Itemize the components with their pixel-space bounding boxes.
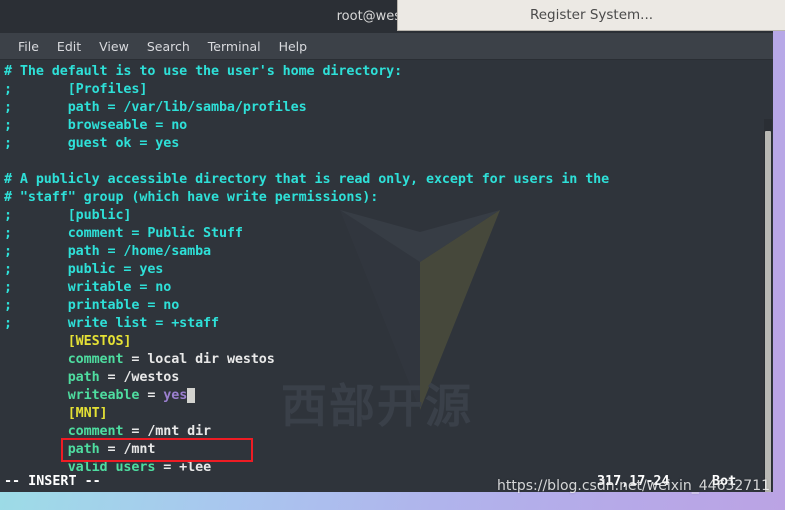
editor-text-span: writeable [67,388,140,403]
menu-item-edit[interactable]: Edit [48,39,90,54]
editor-line: ; write list = +staff [4,315,764,333]
editor-text-span [4,424,68,439]
menu-item-search[interactable]: Search [138,39,199,54]
editor-line: [WESTOS] [4,333,764,351]
editor-text-span: ; guest ok = yes [4,136,180,151]
editor-text-span: comment [67,352,124,367]
editor-text-span: ; browseable = no [4,118,188,133]
menu-item-file[interactable]: File [9,39,48,54]
screenshot-root: root@westoslin File Edit View Search Ter… [0,0,785,510]
editor-text-span: = /mnt dir [123,424,212,439]
editor-line: ; comment = Public Stuff [4,225,764,243]
editor-line: # "staff" group (which have write permis… [4,189,764,207]
editor-line: comment = /mnt dir [4,423,764,441]
editor-text-span: [MNT] [67,406,108,421]
editor-text-span: # "staff" group (which have write permis… [4,190,379,205]
editor-text-area[interactable]: # The default is to use the user's home … [0,60,764,492]
editor-text-span: # The default is to use the user's home … [4,64,403,79]
editor-line: path = /westos [4,369,764,387]
editor-line: comment = local dir westos [4,351,764,369]
editor-text-span: ; path = /var/lib/samba/profiles [4,100,307,115]
terminal-window: root@westoslin File Edit View Search Ter… [0,0,773,492]
csdn-url-watermark: https://blog.csdn.net/weixin_44632711 [497,478,771,494]
editor-text-span: ; comment = Public Stuff [4,226,243,241]
editor-line: ; [Profiles] [4,81,764,99]
editor-text-span [4,406,68,421]
editor-text-span: # A publicly accessible directory that i… [4,172,610,187]
editor-text-span: ; [public] [4,208,132,223]
vim-mode-indicator: -- INSERT -- [4,474,101,489]
register-system-label: Register System... [529,7,654,23]
editor-text-span: path [67,442,100,457]
editor-line: [MNT] [4,405,764,423]
editor-line: ; path = /var/lib/samba/profiles [4,99,764,117]
editor-text-span: ; writable = no [4,280,172,295]
editor-text-span [4,352,68,367]
scrollbar-thumb[interactable] [765,131,771,492]
menubar: File Edit View Search Terminal Help [0,33,773,60]
editor-line: ; path = /home/samba [4,243,764,261]
editor-text-span: ; path = /home/samba [4,244,212,259]
editor-text-span: = [139,388,164,403]
menu-item-view[interactable]: View [90,39,138,54]
register-system-notification[interactable]: Register System... [397,0,785,31]
editor-text-span: = /westos [99,370,180,385]
editor-text-span: ; [Profiles] [4,82,148,97]
editor-text-span: [WESTOS] [67,334,132,349]
editor-line: path = /mnt [4,441,764,459]
terminal-scrollbar[interactable] [764,119,772,492]
editor-text-span: ; printable = no [4,298,180,313]
menu-item-terminal[interactable]: Terminal [199,39,270,54]
editor-text-span: yes [163,388,188,403]
editor-text-span [4,388,68,403]
editor-line: ; [public] [4,207,764,225]
editor-line: ; writable = no [4,279,764,297]
editor-text-span [4,442,68,457]
editor-line: # The default is to use the user's home … [4,63,764,81]
editor-line: # A publicly accessible directory that i… [4,171,764,189]
editor-line: ; browseable = no [4,117,764,135]
editor-line: ; guest ok = yes [4,135,764,153]
terminal-body[interactable]: 西部开源 # The default is to use the user's … [0,60,773,492]
editor-text-span: ; write list = +staff [4,316,219,331]
editor-line: ; printable = no [4,297,764,315]
editor-text-span: ; public = yes [4,262,164,277]
editor-text-span: = /mnt [99,442,156,457]
editor-line: writeable = yes [4,387,764,405]
editor-text-span [187,388,196,403]
menu-item-help[interactable]: Help [270,39,317,54]
editor-text-span [4,370,68,385]
editor-text-span: comment [67,424,124,439]
editor-text-span: = local dir westos [123,352,275,367]
editor-text-span [4,334,68,349]
editor-text-span: path [67,370,100,385]
editor-line: ; public = yes [4,261,764,279]
